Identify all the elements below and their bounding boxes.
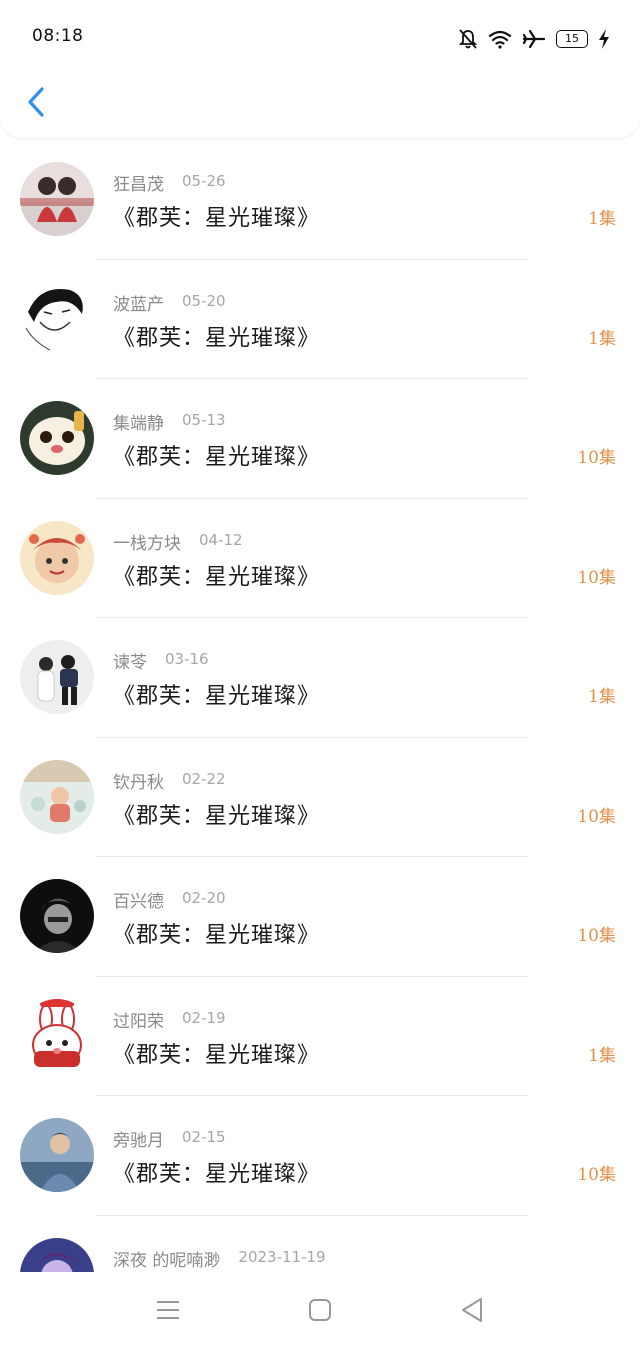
item-date: 03-16 [165,650,209,668]
avatar [20,759,94,834]
episode-count: 1集 [588,687,616,707]
home-square-icon [308,1298,332,1326]
back-button[interactable] [18,82,54,126]
item-meta: 深夜 的呢喃渺 2023-11-19 [113,1246,326,1271]
list-item[interactable]: 百兴德 02-20 《郡芙：星光璀璨》 10集 [0,857,640,977]
item-title: 《郡芙：星光璀璨》 [113,684,321,709]
user-name: 过阳荣 [113,1011,164,1032]
item-meta: 波蓝产 05-20 [113,290,226,315]
item-meta: 过阳荣 02-19 [113,1007,226,1032]
item-meta: 百兴德 02-20 [113,887,226,912]
list-item[interactable]: 过阳荣 02-19 《郡芙：星光璀璨》 1集 [0,977,640,1096]
status-time: 08:18 [32,26,84,46]
item-title: 《郡芙：星光璀璨》 [113,803,321,829]
episode-count: 1集 [588,1045,616,1066]
avatar [20,879,94,953]
item-date: 05-20 [182,291,226,310]
list-item[interactable]: 旁驰月 02-15 《郡芙：星光璀璨》 10集 [0,1096,640,1216]
airplane-icon [522,28,546,50]
list-item[interactable]: 深夜 的呢喃渺 2023-11-19 [0,1216,640,1272]
item-meta: 钦丹秋 02-22 [113,768,226,793]
item-title: 《郡芙：星光璀璨》 [113,206,321,231]
episode-count: 1集 [588,328,616,349]
item-date: 02-22 [182,769,226,788]
list-item[interactable]: 波蓝产 05-20 《郡芙：星光璀璨》 1集 [0,260,640,379]
user-name: 旁驰月 [113,1131,164,1151]
item-date: 2023-11-19 [238,1247,326,1266]
item-meta: 集端静 05-13 [113,409,226,434]
item-date: 02-20 [182,889,226,907]
user-name: 深夜 的呢喃渺 [113,1250,221,1271]
item-date: 04-12 [199,530,243,549]
item-date: 05-13 [182,411,226,429]
battery-icon: 15 [556,30,588,48]
item-title: 《郡芙：星光璀璨》 [113,325,321,351]
item-title: 《郡芙：星光璀璨》 [113,1042,321,1068]
menu-button[interactable] [148,1292,188,1332]
avatar [20,162,94,236]
item-title: 《郡芙：星光璀璨》 [113,564,321,590]
list-item[interactable]: 狂昌茂 05-26 《郡芙：星光璀璨》 1集 [0,140,640,260]
avatar [20,640,94,714]
bell-muted-icon [458,28,478,50]
item-title: 《郡芙：星光璀璨》 [113,923,321,948]
item-title: 《郡芙：星光璀璨》 [113,1162,321,1187]
item-meta: 旁驰月 02-15 [113,1126,226,1151]
avatar [20,401,94,475]
chevron-left-icon [26,86,46,122]
charging-bolt-icon [598,29,610,49]
item-date: 02-19 [182,1008,226,1027]
back-nav-button[interactable] [452,1292,492,1332]
item-date: 05-26 [182,172,226,190]
menu-icon [155,1299,181,1325]
history-list: 狂昌茂 05-26 《郡芙：星光璀璨》 1集 波蓝产 05-20 《郡芙：星光璀… [0,140,640,1272]
top-header: 08:18 15 [0,0,640,138]
user-name: 集端静 [113,414,164,434]
user-name: 谏苓 [113,653,147,673]
list-item[interactable]: 集端静 05-13 《郡芙：星光璀璨》 10集 [0,379,640,499]
avatar [20,520,94,595]
episode-count: 1集 [588,209,616,229]
user-name: 钦丹秋 [113,772,164,793]
avatar [20,281,94,356]
item-title: 《郡芙：星光璀璨》 [113,445,321,470]
episode-count: 10集 [577,448,616,468]
home-button[interactable] [300,1292,340,1332]
status-icons: 15 [458,26,610,52]
item-meta: 谏苓 03-16 [113,648,209,673]
wifi-icon [488,29,512,49]
avatar [20,1237,94,1272]
episode-count: 10集 [577,806,616,827]
list-item[interactable]: 一栈方块 04-12 《郡芙：星光璀璨》 10集 [0,499,640,618]
status-bar: 08:18 15 [0,0,640,78]
battery-level: 15 [556,30,588,48]
list-item[interactable]: 钦丹秋 02-22 《郡芙：星光璀璨》 10集 [0,738,640,857]
episode-count: 10集 [577,926,616,946]
avatar [20,998,94,1073]
item-date: 02-15 [182,1128,226,1146]
user-name: 一栈方块 [113,533,181,554]
user-name: 百兴德 [113,892,164,912]
user-name: 狂昌茂 [113,175,164,195]
system-nav-bar [0,1272,640,1351]
avatar [20,1118,94,1192]
list-item[interactable]: 谏苓 03-16 《郡芙：星光璀璨》 1集 [0,618,640,738]
back-triangle-icon [460,1297,484,1327]
item-meta: 狂昌茂 05-26 [113,170,226,195]
user-name: 波蓝产 [113,294,164,315]
episode-count: 10集 [577,567,616,588]
episode-count: 10集 [577,1165,616,1185]
item-meta: 一栈方块 04-12 [113,529,243,554]
